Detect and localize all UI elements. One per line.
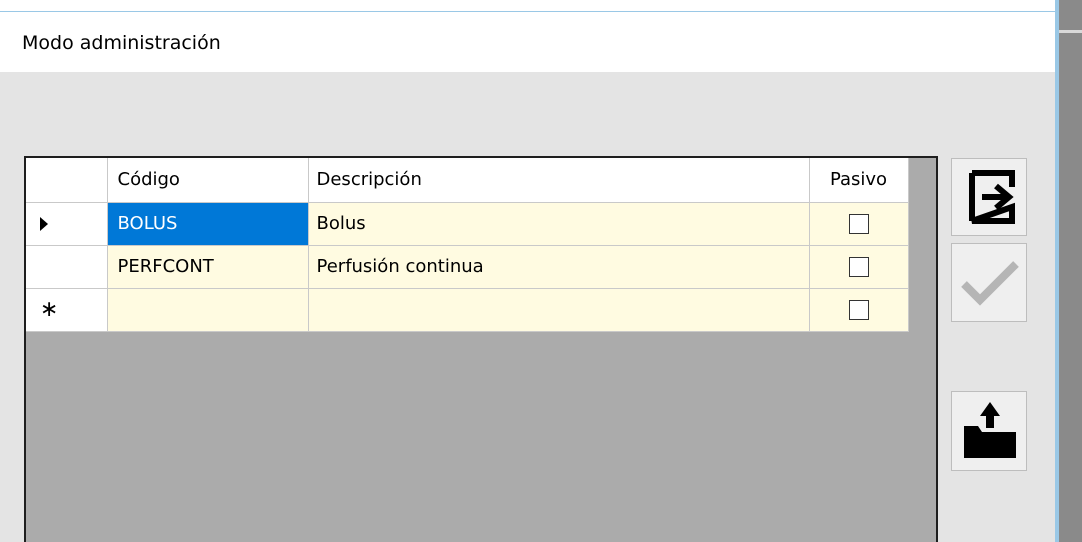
- column-header-pasivo[interactable]: Pasivo: [809, 158, 909, 203]
- table-row[interactable]: PERFCONT Perfusión continua: [26, 245, 909, 289]
- cell-descripcion[interactable]: Bolus: [308, 202, 810, 246]
- row-selector[interactable]: ∗: [26, 288, 108, 332]
- grid-table: Código Descripción Pasivo BOLUS Bolus PE…: [26, 158, 909, 332]
- table-row-new[interactable]: ∗: [26, 288, 909, 332]
- grid-header-row: Código Descripción Pasivo: [26, 158, 909, 203]
- pasivo-checkbox[interactable]: [848, 257, 869, 277]
- cell-pasivo[interactable]: [809, 288, 909, 332]
- checkmark-icon: [961, 261, 1019, 306]
- cell-codigo[interactable]: [107, 288, 309, 332]
- confirm-button[interactable]: [951, 243, 1027, 322]
- pasivo-checkbox[interactable]: [848, 214, 869, 234]
- pasivo-checkbox[interactable]: [848, 300, 869, 320]
- new-row-star-icon: ∗: [40, 297, 59, 322]
- column-header-descripcion[interactable]: Descripción: [308, 158, 810, 203]
- background-line: [1059, 30, 1082, 33]
- exit-icon: [969, 170, 1015, 224]
- title-bar: Modo administración: [0, 12, 1055, 72]
- row-selector[interactable]: [26, 245, 108, 289]
- column-header-codigo[interactable]: Código: [107, 158, 309, 203]
- data-grid[interactable]: Código Descripción Pasivo BOLUS Bolus PE…: [24, 156, 938, 542]
- row-selector[interactable]: [26, 202, 108, 246]
- export-button[interactable]: [951, 391, 1027, 471]
- table-row[interactable]: BOLUS Bolus: [26, 202, 909, 246]
- row-header-corner: [26, 158, 108, 203]
- window-title: Modo administración: [22, 32, 221, 54]
- export-folder-icon: [964, 402, 1016, 458]
- exit-button[interactable]: [951, 158, 1027, 236]
- cell-descripcion[interactable]: [308, 288, 810, 332]
- window-top-border: [0, 0, 1055, 12]
- cell-pasivo[interactable]: [809, 245, 909, 289]
- cell-codigo[interactable]: PERFCONT: [107, 245, 309, 289]
- cell-codigo[interactable]: BOLUS: [107, 202, 309, 246]
- cell-descripcion[interactable]: Perfusión continua: [308, 245, 810, 289]
- cell-pasivo[interactable]: [809, 202, 909, 246]
- current-row-arrow-icon: [40, 217, 48, 231]
- background-area: [1059, 0, 1082, 542]
